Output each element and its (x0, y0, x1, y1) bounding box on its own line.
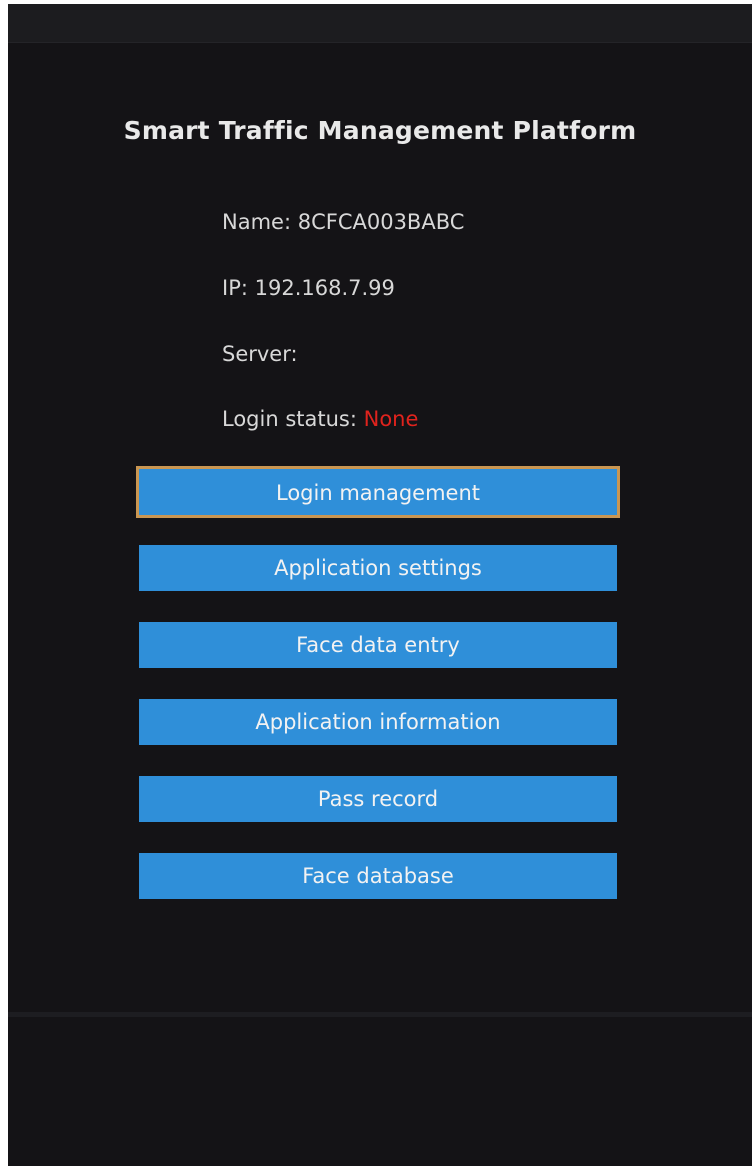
server-row: Server: (222, 342, 298, 366)
status-bar-divider (8, 42, 752, 43)
device-ip-value: 192.168.7.99 (254, 276, 395, 300)
login-status-value: None (363, 407, 419, 431)
face-database-button[interactable]: Face database (139, 853, 617, 899)
application-settings-button[interactable]: Application settings (139, 545, 617, 591)
pass-record-button[interactable]: Pass record (139, 776, 617, 822)
page-title: Smart Traffic Management Platform (123, 116, 637, 145)
device-ip-row: IP: 192.168.7.99 (222, 276, 395, 300)
device-name-value: 8CFCA003BABC (297, 210, 465, 234)
device-ip-label: IP: (222, 276, 255, 300)
app-screen: Smart Traffic Management Platform Name: … (8, 4, 752, 1166)
application-information-button[interactable]: Application information (139, 699, 617, 745)
device-name-label: Name: (222, 210, 298, 234)
bottom-divider (8, 1012, 752, 1017)
login-status-row: Login status: None (222, 407, 418, 431)
login-management-button[interactable]: Login management (136, 466, 620, 518)
device-name-row: Name: 8CFCA003BABC (222, 210, 464, 234)
face-data-entry-button[interactable]: Face data entry (139, 622, 617, 668)
status-bar (8, 4, 752, 42)
server-label: Server: (222, 342, 298, 366)
login-status-label: Login status: (222, 407, 364, 431)
